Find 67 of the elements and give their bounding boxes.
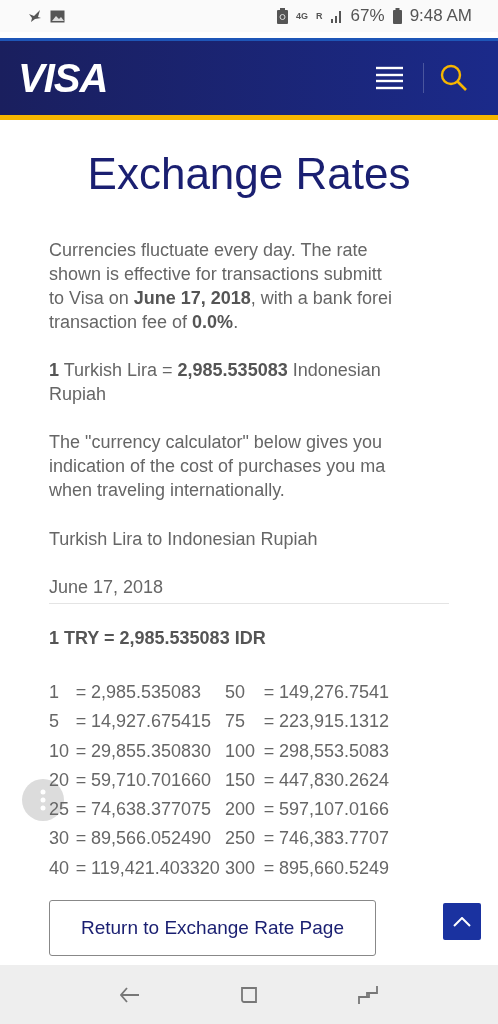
- roaming-indicator: R: [316, 11, 323, 21]
- chevron-up-icon: [453, 916, 471, 927]
- equals-sign: =: [262, 739, 276, 763]
- amount-cell-text: 40: [49, 856, 71, 880]
- more-icon: [40, 789, 46, 811]
- converted-value-cell-text: 119,421.403320: [91, 856, 221, 880]
- equals-sign: =: [262, 710, 276, 734]
- clock: 9:48 AM: [409, 6, 472, 26]
- equals-sign: =: [262, 798, 276, 822]
- converted-value-cell-text: 895,660.5249: [279, 856, 391, 880]
- battery-saver-icon: [277, 8, 289, 24]
- converted-value-cell-text: 298,553.5083: [279, 739, 391, 763]
- recent-apps-icon[interactable]: [358, 984, 379, 1005]
- search-icon[interactable]: [440, 64, 468, 92]
- amount-cell-text: 100: [225, 739, 257, 763]
- equals-sign: =: [262, 856, 276, 880]
- back-icon[interactable]: [119, 986, 140, 1003]
- rate-date: June 17, 2018: [49, 576, 165, 599]
- amount-cell-text: 300: [225, 856, 257, 880]
- converted-value-cell-text: 746,383.7707: [279, 827, 391, 851]
- equals-sign: =: [74, 681, 88, 704]
- equals-sign: =: [74, 739, 88, 763]
- equals-sign: =: [74, 827, 88, 851]
- amount-cell-text: 20: [49, 768, 71, 792]
- signal-icon: [330, 9, 343, 23]
- return-button[interactable]: Return to Exchange Rate Page: [49, 899, 376, 956]
- converted-value-cell-text: 74,638.377075: [91, 798, 213, 822]
- image-icon: [50, 9, 65, 23]
- converted-value-cell-text: 597,107.0166: [279, 798, 391, 822]
- equals-sign: =: [74, 710, 88, 734]
- amount-cell-text: 5: [49, 710, 60, 734]
- converted-value-cell-text: 2,985.535083: [91, 681, 203, 704]
- page-title: Exchange Rates: [86, 148, 412, 200]
- amount-cell-text: 75: [225, 710, 247, 734]
- network-type: 4G: [296, 11, 309, 21]
- converted-value-cell-text: 89,566.052490: [91, 827, 213, 851]
- equals-sign: =: [74, 798, 88, 822]
- amount-cell-text: 30: [49, 827, 71, 851]
- visa-logo[interactable]: VISA: [18, 55, 108, 101]
- converted-value-cell-text: 149,276.7541: [279, 681, 391, 704]
- menu-icon[interactable]: [376, 66, 403, 90]
- amount-cell-text: 25: [49, 798, 71, 822]
- amount-cell-text: 10: [49, 739, 71, 763]
- calculator-note: The "currency calculator" below gives you indication of the cost of purchases you ma when traveling internationally.: [49, 431, 387, 502]
- converted-value-cell-text: 223,915.1312: [279, 710, 391, 734]
- converted-value-cell-text: 447,830.2624: [279, 768, 391, 792]
- scroll-to-top-button[interactable]: [443, 903, 481, 940]
- battery-icon: [392, 8, 402, 24]
- intro-paragraph: Currencies fluctuate every day. The rate shown is effective for transactions submitt to Visa on June 17, 2018, with a bank forei transaction fee of 0.0%.: [49, 239, 393, 334]
- equals-sign: =: [74, 768, 88, 792]
- headline-rate: 1 TRY = 2,985.535083 IDR: [49, 627, 267, 650]
- conversion-label: Turkish Lira to Indonesian Rupiah: [49, 528, 319, 551]
- amount-cell-text: 150: [225, 768, 257, 792]
- equals-sign: =: [262, 768, 276, 792]
- converted-value-cell-text: 29,855.350830: [91, 739, 213, 763]
- amount-cell-text: 250: [225, 827, 257, 851]
- converted-value-cell-text: 59,710.701660: [91, 768, 213, 792]
- equals-sign: =: [74, 856, 88, 880]
- equals-sign: =: [262, 827, 276, 851]
- amount-cell-text: 200: [225, 798, 257, 822]
- home-icon[interactable]: [239, 984, 259, 1005]
- amount-cell-text: 1: [49, 681, 60, 704]
- converted-value-cell-text: 14,927.675415: [91, 710, 213, 734]
- rate-statement: 1 Turkish Lira = 2,985.535083 Indonesian Rupiah: [49, 359, 382, 406]
- amount-cell-text: 50: [225, 681, 247, 704]
- battery-percent: 67%: [350, 6, 385, 26]
- equals-sign: =: [262, 681, 276, 704]
